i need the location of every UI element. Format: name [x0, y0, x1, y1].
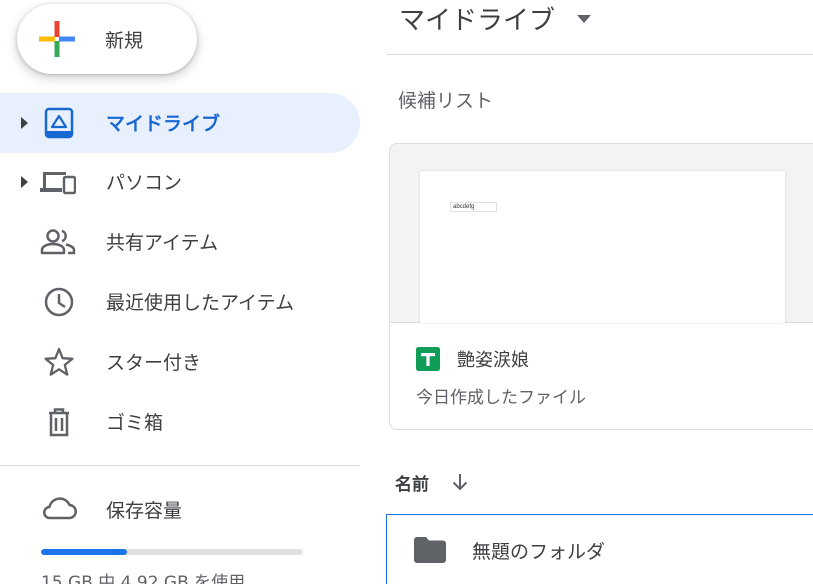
sidebar-item-starred[interactable]: スター付き	[0, 332, 360, 392]
plus-multicolor-icon	[39, 21, 75, 57]
folder-icon	[414, 537, 446, 563]
computers-icon	[40, 172, 76, 195]
spreadsheet-preview: abcdefg	[420, 171, 785, 323]
name-column-header[interactable]: 名前	[395, 470, 429, 495]
expand-caret-icon[interactable]	[19, 116, 29, 130]
my-drive-icon	[44, 107, 74, 139]
header-divider	[386, 54, 813, 55]
new-button-label: 新規	[105, 30, 144, 52]
sidebar-item-recent[interactable]: 最近使用したアイテム	[0, 272, 360, 332]
trash-icon	[49, 408, 69, 437]
storage-usage-bar	[41, 549, 303, 555]
clock-icon	[44, 287, 74, 317]
file-list-row[interactable]: 無題のフォルダ	[386, 514, 813, 584]
sidebar-item-computers[interactable]: パソコン	[0, 152, 360, 212]
preview-cell: abcdefg	[450, 202, 497, 212]
file-subtitle: 今日作成したファイル	[416, 388, 586, 408]
folder-name: 無題のフォルダ	[472, 541, 606, 563]
new-button[interactable]: 新規	[17, 4, 197, 74]
sidebar-item-label: 共有アイテム	[106, 232, 219, 254]
storage-label[interactable]: 保存容量	[106, 496, 182, 523]
sidebar-divider	[0, 465, 360, 466]
page-title[interactable]: マイドライブ	[399, 0, 555, 37]
arrow-down-icon[interactable]	[450, 472, 470, 492]
storage-usage-text: 15 GB 中 4.92 GB を使用	[41, 573, 246, 584]
cloud-icon	[43, 497, 77, 520]
sidebar-item-trash[interactable]: ゴミ箱	[0, 392, 360, 452]
sidebar-item-my-drive[interactable]: マイドライブ	[0, 93, 360, 153]
suggested-file-card[interactable]: abcdefg 艶姿涙娘 今日作成したファイル	[389, 143, 813, 430]
sidebar-item-label: パソコン	[106, 172, 183, 194]
expand-caret-icon[interactable]	[19, 175, 29, 189]
sidebar-item-label: ゴミ箱	[106, 412, 164, 434]
file-name: 艶姿涙娘	[457, 350, 529, 371]
suggested-section-title: 候補リスト	[398, 90, 494, 112]
storage-usage-fill	[41, 549, 127, 555]
sidebar-item-shared[interactable]: 共有アイテム	[0, 212, 360, 272]
chevron-down-icon[interactable]	[575, 14, 593, 24]
google-sheets-icon	[416, 347, 440, 371]
sidebar-item-label: 最近使用したアイテム	[106, 292, 295, 314]
file-thumbnail: abcdefg	[390, 144, 813, 323]
shared-people-icon	[40, 229, 76, 255]
star-icon	[44, 347, 74, 376]
sidebar-item-label: スター付き	[106, 352, 202, 374]
sidebar-item-label: マイドライブ	[106, 113, 221, 135]
